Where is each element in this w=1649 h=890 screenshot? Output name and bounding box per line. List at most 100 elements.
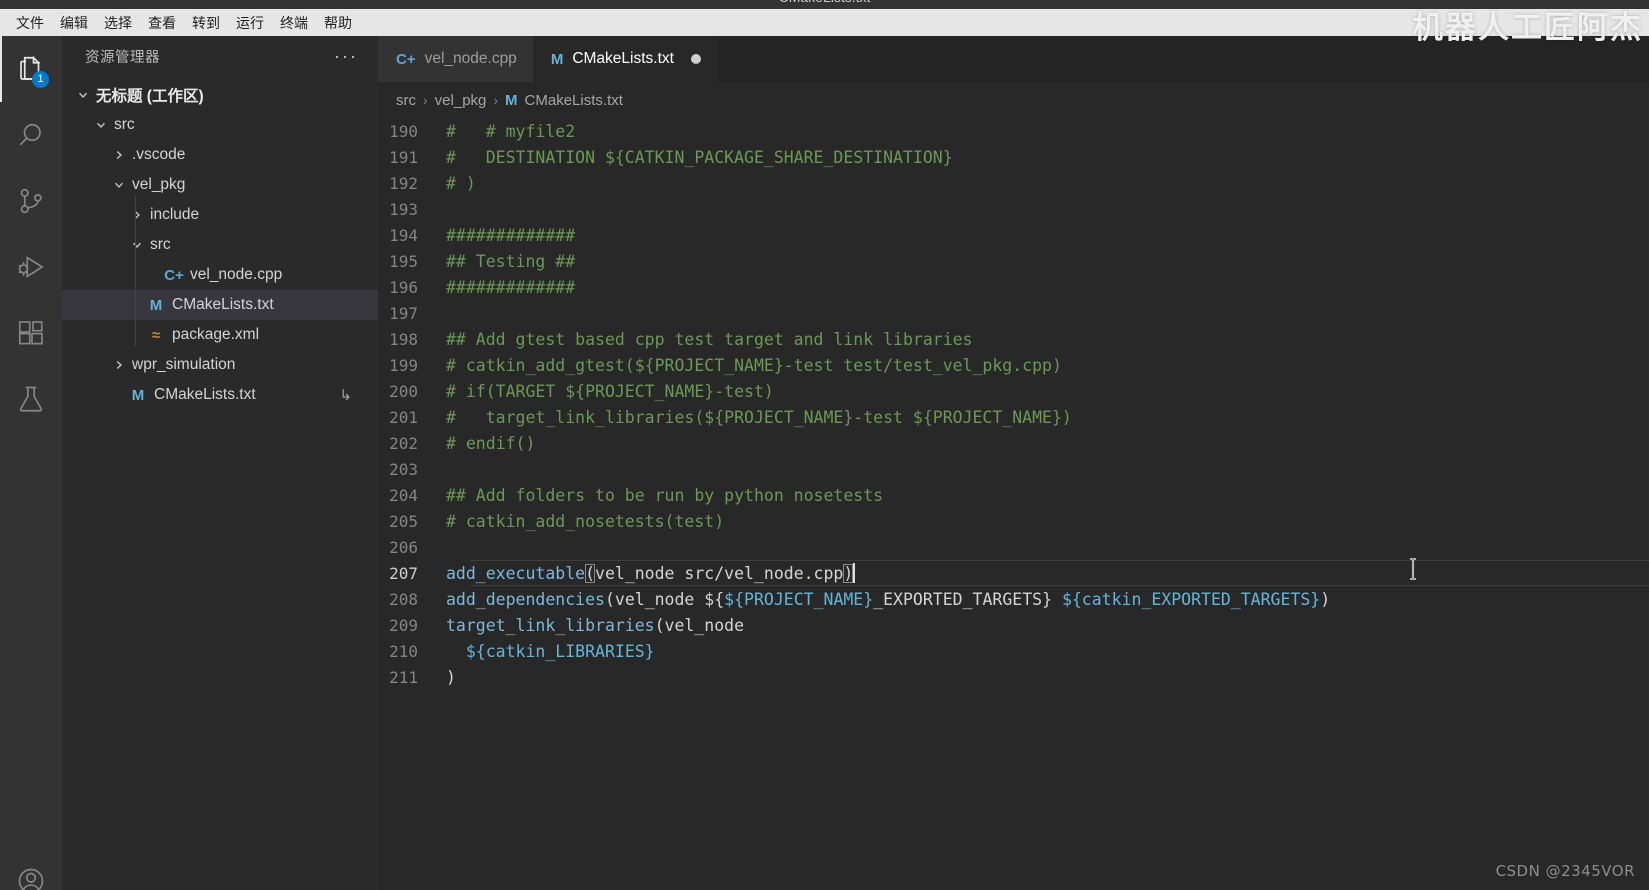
menu-item-4[interactable]: 转到	[184, 12, 228, 34]
code-editor[interactable]: 190 # # myfile2 191 # DESTINATION ${CATKIN_…	[378, 118, 1649, 890]
chevron-down-icon[interactable]	[128, 236, 146, 254]
tree-item-label: src	[114, 116, 135, 133]
menu-item-6[interactable]: 终端	[272, 12, 316, 34]
code-line-192[interactable]: 192 # )	[378, 170, 1649, 196]
code-text: target_link_libraries(vel_node	[444, 616, 744, 635]
activity-item-source-control[interactable]	[0, 168, 62, 234]
activity-item-extensions[interactable]	[0, 300, 62, 366]
chevron-right-icon[interactable]	[110, 146, 128, 164]
code-line-194[interactable]: 194 #############	[378, 222, 1649, 248]
tree-item-label: CMakeLists.txt	[154, 386, 256, 403]
code-token: ${catkin_LIBRARIES}	[465, 641, 655, 661]
editor-tab-cmakelists-txt[interactable]: M CMakeLists.txt	[532, 36, 717, 82]
activity-item-explorer[interactable]: 1	[0, 36, 62, 102]
activity-item-run-and-debug[interactable]	[0, 234, 62, 300]
editor-tab-vel_node-cpp[interactable]: C+ vel_node.cpp	[378, 36, 533, 82]
tree-item-src[interactable]: src	[62, 230, 378, 260]
breadcrumb: src › vel_pkg › M CMakeLists.txt	[378, 82, 1649, 118]
unsaved-changes-dot[interactable]	[690, 54, 701, 64]
menu-item-1[interactable]: 编辑	[52, 12, 96, 34]
activity-item-testing[interactable]	[0, 366, 62, 432]
code-token: )	[1320, 589, 1331, 609]
code-line-198[interactable]: 198 ## Add gtest based cpp test target an…	[378, 326, 1649, 352]
code-line-193[interactable]: 193	[378, 196, 1649, 222]
code-line-200[interactable]: 200 # if(TARGET ${PROJECT_NAME}-test)	[378, 378, 1649, 404]
editor-tabbar: C+ vel_node.cpp M CMakeLists.txt	[378, 36, 1649, 82]
code-token: vel_node src/vel_node.cpp	[595, 564, 844, 583]
line-number: 193	[389, 199, 418, 219]
cmake-file-icon: M	[149, 296, 163, 314]
tree-item-cmakelists.txt[interactable]: M CMakeLists.txt	[62, 290, 378, 320]
activity-item-search[interactable]	[0, 102, 62, 168]
line-number: 196	[389, 277, 418, 297]
cmake-file-icon: M	[131, 386, 145, 404]
line-number: 195	[389, 251, 418, 271]
xml-file-icon: ≈	[151, 326, 161, 344]
code-token: (vel_node	[604, 589, 705, 609]
code-text: # catkin_add_gtest(${PROJECT_NAME}-test …	[444, 356, 1062, 375]
code-line-206[interactable]: 206	[378, 534, 1649, 560]
code-line-211[interactable]: 211)	[378, 664, 1649, 690]
code-line-191[interactable]: 191 # DESTINATION ${CATKIN_PACKAGE_SHARE_…	[378, 144, 1649, 170]
code-token: ## Add gtest based cpp test target and l…	[446, 329, 973, 349]
chevron-right-icon[interactable]	[128, 206, 146, 224]
code-text: ## Add gtest based cpp test target and l…	[444, 330, 973, 349]
tree-item-package.xml[interactable]: ≈ package.xml	[62, 320, 378, 350]
code-line-195[interactable]: 195 ## Testing ##	[378, 248, 1649, 274]
code-token: add_dependencies	[446, 589, 605, 609]
editor-tab-label: vel_node.cpp	[424, 50, 517, 67]
breadcrumb-item[interactable]: vel_pkg	[435, 92, 487, 109]
code-token: add_executable	[446, 564, 586, 583]
code-token: # target_link_libraries(${PROJECT_NAME}-…	[446, 407, 1072, 427]
code-line-190[interactable]: 190 # # myfile2	[378, 118, 1649, 144]
tree-item-vel_pkg[interactable]: vel_pkg	[62, 170, 378, 200]
tree-item-include[interactable]: include	[62, 200, 378, 230]
code-line-196[interactable]: 196 #############	[378, 274, 1649, 300]
bracket-match: (	[585, 564, 596, 583]
code-token: #############	[446, 277, 576, 297]
cmake-file-icon: M	[505, 91, 518, 109]
text-caret	[853, 563, 856, 583]
tree-item----------[interactable]: 无标题 (工作区)	[62, 80, 378, 110]
tree-item-wpr_simulation[interactable]: wpr_simulation	[62, 350, 378, 380]
code-line-207[interactable]: 207 add_executable(vel_node src/vel_node.…	[378, 560, 1649, 586]
code-line-210[interactable]: 210 ${catkin_LIBRARIES}	[378, 638, 1649, 664]
breadcrumb-item[interactable]: CMakeLists.txt	[525, 92, 623, 109]
code-text: add_dependencies(vel_node ${${PROJECT_NA…	[444, 590, 1330, 609]
menu-item-5[interactable]: 运行	[228, 12, 272, 34]
tree-item-vel_node.cpp[interactable]: C+ vel_node.cpp	[62, 260, 378, 290]
code-line-202[interactable]: 202 # endif()	[378, 430, 1649, 456]
menu-item-2[interactable]: 选择	[96, 12, 140, 34]
menu-item-3[interactable]: 查看	[140, 12, 184, 34]
code-line-203[interactable]: 203	[378, 456, 1649, 482]
chevron-down-icon[interactable]	[92, 116, 110, 134]
tree-item-src[interactable]: src	[62, 110, 378, 140]
code-line-209[interactable]: 209 target_link_libraries(vel_node	[378, 612, 1649, 638]
menu-item-7[interactable]: 帮助	[316, 12, 360, 34]
explorer-more-actions-button[interactable]: ···	[334, 47, 358, 65]
menu-item-0[interactable]: 文件	[8, 12, 52, 34]
chevron-right-icon[interactable]	[110, 356, 128, 374]
tree-item-label: include	[150, 206, 200, 223]
chevron-down-icon[interactable]	[74, 86, 92, 104]
code-token: (vel_node	[654, 615, 745, 635]
code-line-204[interactable]: 204 ## Add folders to be run by python no…	[378, 482, 1649, 508]
explorer-header: 资源管理器 ···	[62, 36, 378, 76]
activity-item-accounts[interactable]	[0, 850, 62, 890]
code-line-205[interactable]: 205 # catkin_add_nosetests(test)	[378, 508, 1649, 534]
tree-item-cmakelists.txt[interactable]: M CMakeLists.txt ↳	[62, 380, 378, 410]
line-number: 211	[389, 667, 418, 687]
tree-item-.vscode[interactable]: .vscode	[62, 140, 378, 170]
code-text: # )	[444, 174, 476, 193]
code-line-197[interactable]: 197	[378, 300, 1649, 326]
line-number: 191	[389, 147, 418, 167]
line-number: 200	[389, 381, 418, 401]
code-line-208[interactable]: 208 add_dependencies(vel_node ${${PROJECT…	[378, 586, 1649, 612]
code-token: )	[446, 667, 456, 687]
code-line-201[interactable]: 201 # target_link_libraries(${PROJECT_NAM…	[378, 404, 1649, 430]
code-line-199[interactable]: 199 # catkin_add_gtest(${PROJECT_NAME}-te…	[378, 352, 1649, 378]
line-number: 208	[389, 589, 418, 609]
breadcrumb-item[interactable]: src	[396, 92, 416, 109]
breadcrumb-separator-icon: ›	[423, 92, 428, 108]
chevron-down-icon[interactable]	[110, 176, 128, 194]
